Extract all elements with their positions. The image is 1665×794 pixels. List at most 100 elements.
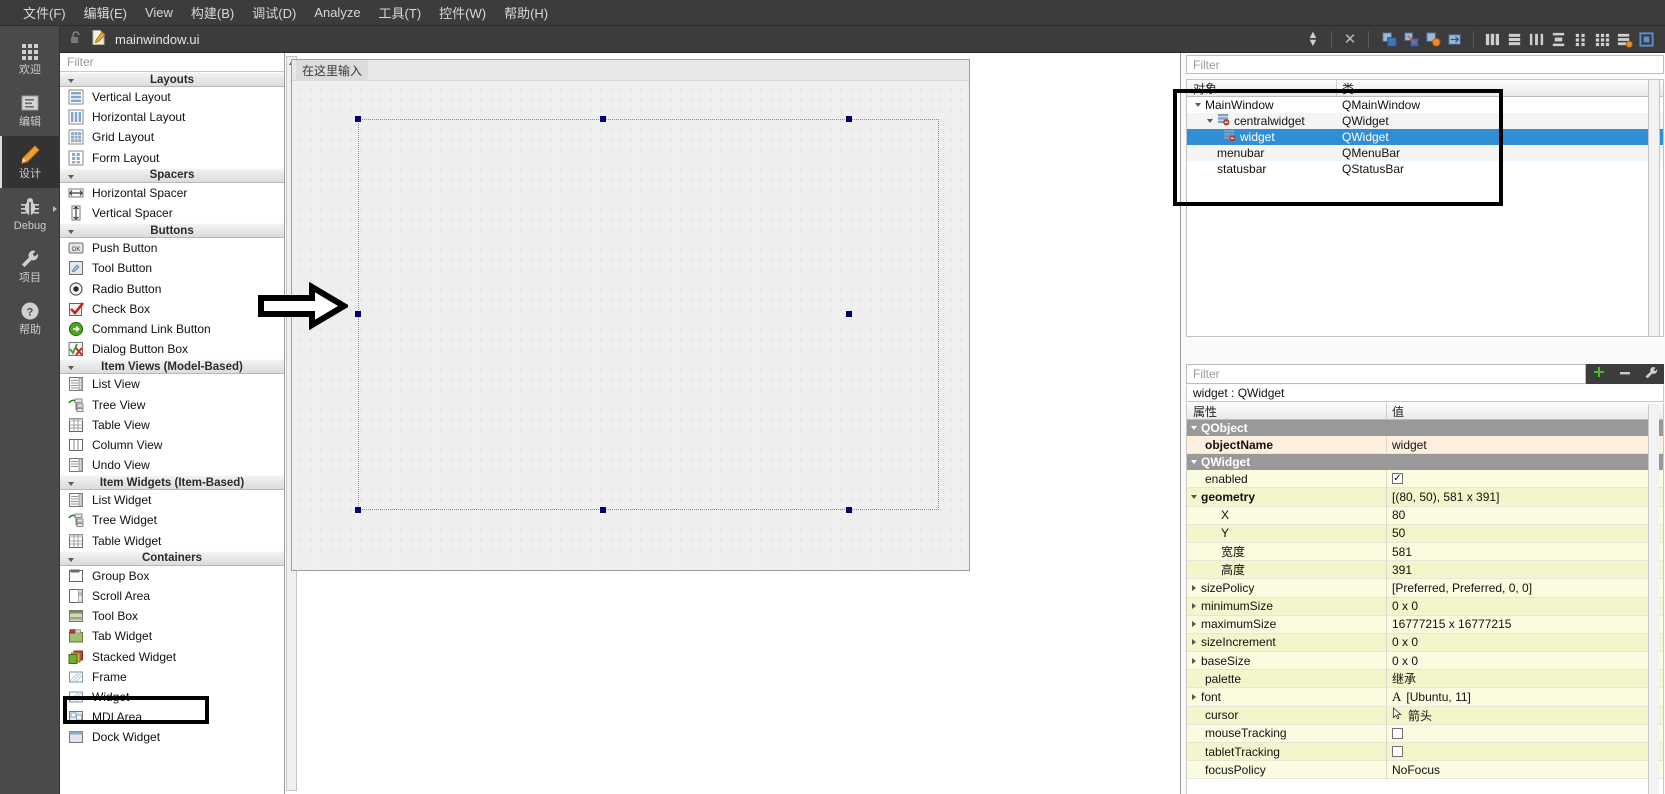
chevron-down-icon[interactable] [1191,426,1197,430]
tablettracking-checkbox[interactable] [1392,746,1403,758]
property-col-name[interactable]: 属性 [1187,403,1387,419]
menu-item-file[interactable]: 文件(F) [14,0,75,25]
property-value[interactable]: 0 x 0 [1392,599,1418,613]
widget-item-grid-layout[interactable]: Grid Layout [60,127,284,147]
property-row-geometry[interactable]: geometry [(80, 50), 581 x 391] [1187,488,1663,507]
menu-item-view[interactable]: View [136,2,182,23]
widget-item-table-widget[interactable]: Table Widget [60,531,284,551]
property-value[interactable]: 继承 [1392,670,1416,687]
property-value[interactable]: 581 [1392,545,1412,559]
chevron-right-icon[interactable] [1192,657,1196,664]
property-value[interactable]: NoFocus [1392,763,1440,777]
property-col-value[interactable]: 值 [1387,403,1663,419]
property-value[interactable]: 0 x 0 [1392,654,1418,668]
property-group-qobject[interactable]: QObject [1187,420,1663,436]
mode-welcome[interactable]: 欢迎 [0,32,60,84]
object-inspector-row-menubar[interactable]: menubar QMenuBar [1187,145,1663,161]
mode-help[interactable]: ? 帮助 [0,292,60,344]
widget-item-undo-view[interactable]: Undo View [60,455,284,475]
object-inspector-row-statusbar[interactable]: statusbar QStatusBar [1187,161,1663,177]
property-row-objectname[interactable]: objectName widget [1187,436,1663,455]
property-row-maximumsize[interactable]: maximumSize 16777215 x 16777215 [1187,615,1663,634]
layout-splitter-vertical-button[interactable] [1547,29,1569,50]
property-value[interactable]: 0 x 0 [1392,635,1418,649]
widget-item-tool-box[interactable]: Tool Box [60,606,284,626]
widget-item-scroll-area[interactable]: Scroll Area [60,586,284,606]
chevron-right-icon[interactable] [1192,584,1196,591]
resize-handle-bottom-left[interactable] [355,507,361,513]
widget-item-check-box[interactable]: Check Box [60,299,284,319]
break-layout-button[interactable] [1613,29,1635,50]
menu-item-edit[interactable]: 编辑(E) [75,0,136,25]
property-row-enabled[interactable]: enabled ✓ [1187,470,1663,489]
widget-item-column-view[interactable]: Column View [60,435,284,455]
property-row-geometry-width[interactable]: 宽度 581 [1187,542,1663,562]
widget-item-dialog-button-box[interactable]: Dialog Button Box [60,339,284,359]
property-row-geometry-y[interactable]: Y 50 [1187,524,1663,543]
menu-item-help[interactable]: 帮助(H) [495,0,557,25]
chevron-right-icon[interactable] [1192,694,1196,701]
property-row-minimumsize[interactable]: minimumSize 0 x 0 [1187,597,1663,616]
widget-group-item-widgets[interactable]: Item Widgets (Item-Based) [60,475,284,491]
widget-item-form-layout[interactable]: Form Layout [60,148,284,168]
widget-item-tree-view[interactable]: Tree View [60,394,284,414]
edit-signals-slots-button[interactable] [1400,29,1422,50]
edit-buddies-button[interactable] [1422,29,1444,50]
mode-edit[interactable]: 编辑 [0,84,60,136]
property-value[interactable]: 391 [1392,563,1412,577]
resize-handle-middle-left[interactable] [355,311,361,317]
property-editor-filter-input[interactable]: Filter [1186,364,1586,384]
widget-group-buttons[interactable]: Buttons [60,223,284,239]
resize-handle-top-left[interactable] [355,116,361,122]
wrench-icon[interactable] [1644,366,1658,383]
property-row-cursor[interactable]: cursor 箭头 [1187,706,1663,725]
enabled-checkbox[interactable]: ✓ [1392,473,1403,485]
close-file-button[interactable]: ✕ [1339,29,1361,50]
widget-item-group-box[interactable]: Group Box [60,566,284,586]
widget-item-table-view[interactable]: Table View [60,415,284,435]
mode-projects[interactable]: 项目 [0,240,60,292]
widget-item-tool-button[interactable]: Tool Button [60,258,284,278]
resize-handle-middle-right[interactable] [846,311,852,317]
widget-group-item-views[interactable]: Item Views (Model-Based) [60,359,284,375]
file-switch-button[interactable]: ▲ ▼ [1302,29,1324,50]
mode-design[interactable]: 设计 [0,136,60,188]
property-row-palette[interactable]: palette 继承 [1187,670,1663,689]
property-value[interactable]: [(80, 50), 581 x 391] [1392,490,1499,504]
object-inspector-row-centralwidget[interactable]: centralwidget QWidget [1187,113,1663,129]
widget-item-horizontal-spacer[interactable]: Horizontal Spacer [60,183,284,203]
menu-item-build[interactable]: 构建(B) [182,0,243,25]
property-row-geometry-x[interactable]: X 80 [1187,506,1663,525]
property-row-focuspolicy[interactable]: focusPolicy NoFocus [1187,761,1663,780]
resize-handle-bottom-center[interactable] [600,507,606,513]
adjust-size-button[interactable] [1635,29,1657,50]
layout-splitter-horizontal-button[interactable] [1525,29,1547,50]
resize-handle-top-center[interactable] [600,116,606,122]
layout-grid-button[interactable] [1591,29,1613,50]
edit-tab-order-button[interactable] [1444,29,1466,50]
widget-item-vertical-layout[interactable]: Vertical Layout [60,87,284,107]
widget-item-list-widget[interactable]: List Widget [60,490,284,510]
menu-item-tools[interactable]: 工具(T) [370,0,431,25]
resize-handle-bottom-right[interactable] [846,507,852,513]
widget-item-push-button[interactable]: OK Push Button [60,238,284,258]
object-inspector-col-object[interactable]: 对象 [1187,80,1337,96]
widget-box-filter-input[interactable]: Filter [60,53,284,72]
widget-item-list-view[interactable]: List View [60,374,284,394]
object-inspector-filter-input[interactable]: Filter [1186,55,1664,74]
widget-group-layouts[interactable]: Layouts [60,72,284,87]
property-row-tablettracking[interactable]: tabletTracking [1187,743,1663,762]
menu-item-analyze[interactable]: Analyze [305,2,369,23]
object-inspector-scrollbar[interactable] [1648,79,1660,337]
form-menubar-placeholder[interactable]: 在这里输入 [296,59,369,81]
property-row-font[interactable]: font A [Ubuntu, 11] [1187,688,1663,707]
chevron-right-icon[interactable] [1192,603,1196,610]
widget-group-containers[interactable]: Containers [60,550,284,566]
widget-item-vertical-spacer[interactable]: Vertical Spacer [60,203,284,223]
layout-form-button[interactable] [1569,29,1591,50]
widget-item-tab-widget[interactable]: Tab Widget [60,626,284,646]
layout-horizontally-button[interactable] [1481,29,1503,50]
mousetracking-checkbox[interactable] [1392,727,1403,739]
resize-handle-top-right[interactable] [846,116,852,122]
widget-item-frame[interactable]: Frame [60,667,284,687]
